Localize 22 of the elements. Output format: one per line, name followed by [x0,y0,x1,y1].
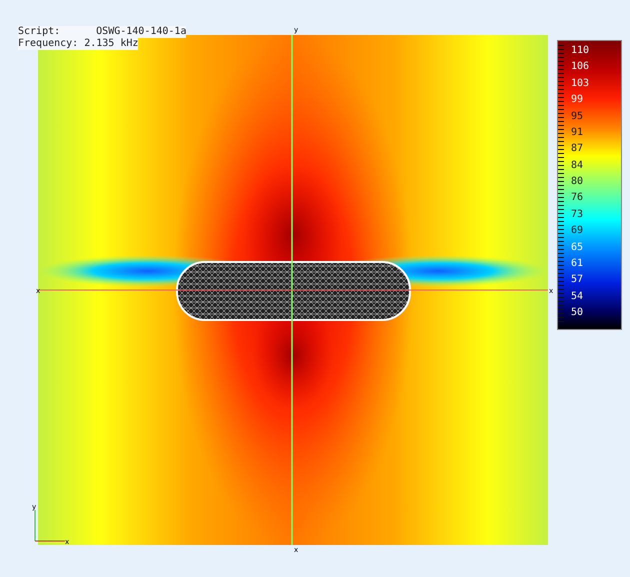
scale-label: 103 [571,78,590,90]
scale-label: 73 [571,208,584,221]
axis-triad-drawing [34,510,66,542]
scale-label: 99 [571,94,584,106]
scale-label: 50 [571,307,584,319]
scale-label: 65 [571,242,584,254]
scale-label: 106 [571,61,590,74]
frequency-label: Frequency: [18,38,78,50]
scale-label: 69 [571,225,584,238]
scale-label: 95 [571,110,584,122]
script-value: OSWG-140-140-1a [60,26,186,38]
scale-label: 80 [571,176,584,188]
scale-label: 87 [571,143,584,156]
scale-label: 54 [571,290,584,303]
script-label: Script: [18,26,60,38]
scale-label: 57 [571,274,584,286]
scale-label: 110 [571,45,590,57]
scale-label: 61 [571,258,584,270]
frequency-value: 2.135 kHz [78,38,138,50]
scale-label: 91 [571,126,584,139]
scale-label: 76 [571,192,584,204]
scale-label: 84 [571,160,584,172]
